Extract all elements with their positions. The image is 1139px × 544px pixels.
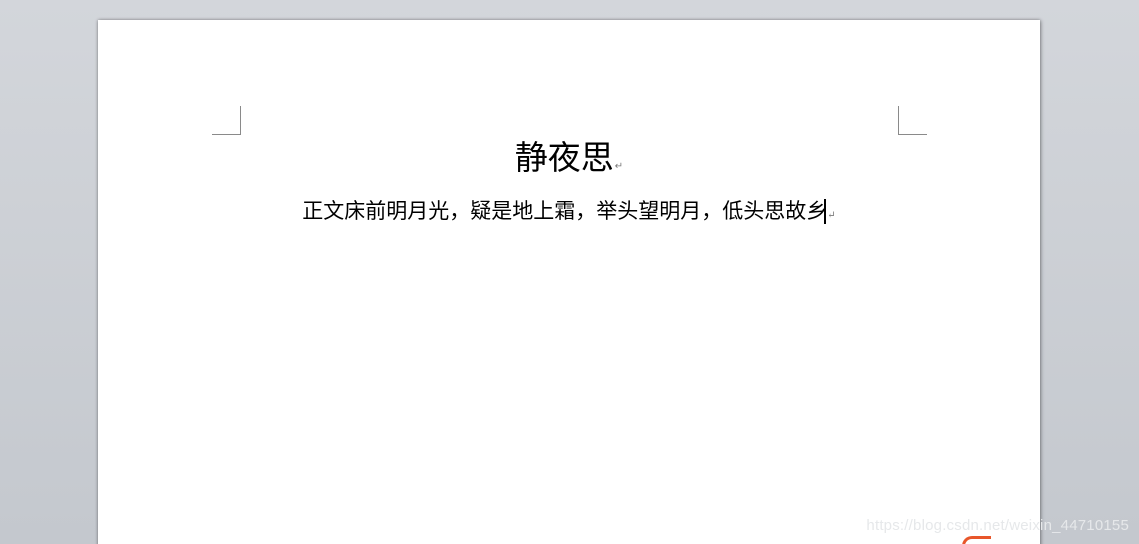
paragraph-mark-icon: ↵ bbox=[614, 161, 624, 172]
text-caret bbox=[824, 199, 827, 224]
margin-corner-top-right bbox=[898, 106, 927, 135]
document-workspace: 静夜思↵ 正文床前明月光，疑是地上霜，举头望明月，低头思故乡↵ https://… bbox=[0, 0, 1139, 544]
document-page[interactable]: 静夜思↵ 正文床前明月光，疑是地上霜，举头望明月，低头思故乡↵ bbox=[98, 20, 1040, 544]
floating-widget-edge bbox=[962, 536, 991, 544]
watermark: https://blog.csdn.net/weixin_44710155 bbox=[866, 517, 1129, 534]
paragraph-mark-icon: ↵ bbox=[827, 210, 836, 221]
document-body-paragraph[interactable]: 正文床前明月光，疑是地上霜，举头望明月，低头思故乡↵ bbox=[98, 198, 1040, 229]
document-title-paragraph[interactable]: 静夜思↵ bbox=[98, 138, 1040, 187]
document-body-text[interactable]: 正文床前明月光，疑是地上霜，举头望明月，低头思故乡 bbox=[302, 199, 827, 223]
margin-corner-top-left bbox=[212, 106, 241, 135]
document-title[interactable]: 静夜思 bbox=[515, 138, 614, 177]
